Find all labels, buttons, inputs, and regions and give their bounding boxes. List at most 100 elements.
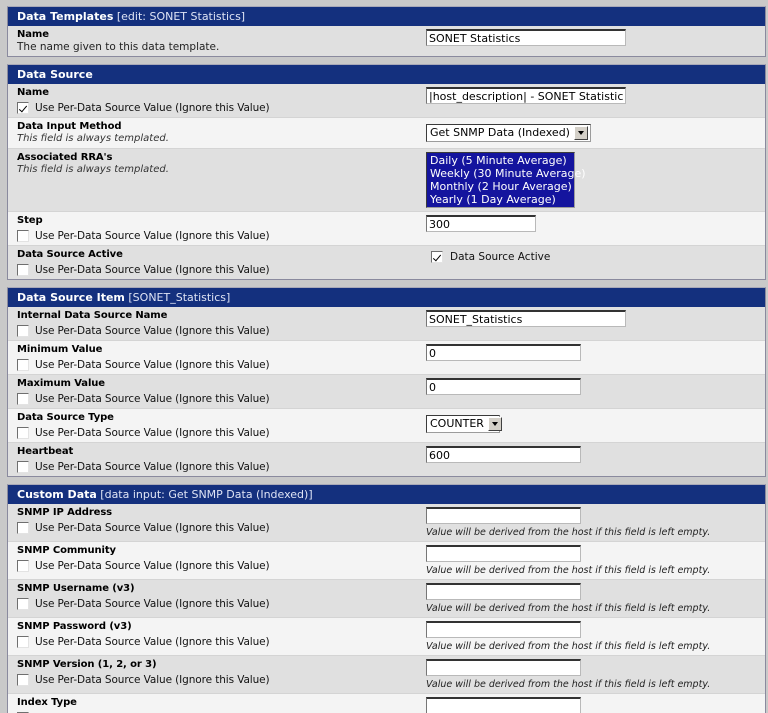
chevron-down-icon[interactable] — [574, 126, 588, 140]
checkbox-per-data-source-maximum-value[interactable] — [17, 393, 29, 405]
checkbox-per-data-source-internal-data-source-name[interactable] — [17, 325, 29, 337]
checkbox-label-per-data-source-snmp-community: Use Per-Data Source Value (Ignore this V… — [35, 560, 270, 572]
checkbox-per-data-source-data-source-active[interactable] — [17, 264, 29, 276]
label-cell-minimum-value: Minimum Value Use Per-Data Source Value (… — [8, 341, 420, 374]
section-header-custom-data: Custom Data [data input: Get SNMP Data (… — [8, 485, 765, 504]
form-row-snmp-password-v3: SNMP Password (v3) Use Per-Data Source Va… — [8, 618, 765, 656]
per-data-source-checkbox-row-snmp-version[interactable]: Use Per-Data Source Value (Ignore this V… — [17, 674, 416, 686]
multiselect-associated-rras[interactable]: Daily (5 Minute Average) Weekly (30 Minut… — [426, 152, 586, 208]
section-data-source: Data Source Name Use Per-Data Source Value… — [7, 64, 766, 280]
field-label-snmp-password-v3: SNMP Password (v3) — [17, 621, 132, 632]
field-cell-associated-rras: Daily (5 Minute Average) Weekly (30 Minut… — [420, 149, 765, 211]
per-data-source-checkbox-row-snmp-community[interactable]: Use Per-Data Source Value (Ignore this V… — [17, 560, 416, 572]
multiselect-option[interactable]: Yearly (1 Day Average) — [428, 193, 573, 206]
field-cell-maximum-value — [420, 375, 765, 398]
input-heartbeat[interactable] — [426, 446, 581, 463]
field-label-index-type: Index Type — [17, 697, 77, 708]
label-cell-heartbeat: Heartbeat Use Per-Data Source Value (Igno… — [8, 443, 420, 476]
section-data-templates: Data Templates [edit: SONET Statistics] N… — [7, 6, 766, 57]
per-data-source-checkbox-row-heartbeat[interactable]: Use Per-Data Source Value (Ignore this V… — [17, 461, 416, 473]
field-cell-ds-name — [420, 84, 765, 107]
input-minimum-value[interactable] — [426, 344, 581, 361]
per-data-source-checkbox-row-internal-data-source-name[interactable]: Use Per-Data Source Value (Ignore this V… — [17, 325, 416, 337]
per-data-source-checkbox-row-data-source-type[interactable]: Use Per-Data Source Value (Ignore this V… — [17, 427, 416, 439]
per-data-source-checkbox-row-data-source-active[interactable]: Use Per-Data Source Value (Ignore this V… — [17, 264, 416, 276]
input-snmp-version[interactable] — [426, 659, 581, 676]
form-row-minimum-value: Minimum Value Use Per-Data Source Value (… — [8, 341, 765, 375]
multiselect-option[interactable]: Weekly (30 Minute Average) — [428, 167, 586, 180]
input-maximum-value[interactable] — [426, 378, 581, 395]
input-internal-data-source-name[interactable] — [426, 310, 626, 327]
per-data-source-checkbox-row-step[interactable]: Use Per-Data Source Value (Ignore this V… — [17, 230, 416, 242]
field-label-data-source-active: Data Source Active — [17, 249, 123, 260]
checkbox-per-data-source-minimum-value[interactable] — [17, 359, 29, 371]
checkbox-label-per-data-source-snmp-version: Use Per-Data Source Value (Ignore this V… — [35, 674, 270, 686]
checkbox-per-data-source-data-source-type[interactable] — [17, 427, 29, 439]
label-cell-ds-name: Name Use Per-Data Source Value (Ignore th… — [8, 84, 420, 117]
checkbox-label-per-data-source-minimum-value: Use Per-Data Source Value (Ignore this V… — [35, 359, 270, 371]
per-data-source-checkbox-row-ds-name[interactable]: Use Per-Data Source Value (Ignore this V… — [17, 102, 416, 114]
page-root: Data Templates [edit: SONET Statistics] N… — [0, 0, 768, 713]
field-label-heartbeat: Heartbeat — [17, 446, 74, 457]
section-header-data-templates: Data Templates [edit: SONET Statistics] — [8, 7, 765, 26]
field-cell-heartbeat — [420, 443, 765, 466]
form-sections: Data Templates [edit: SONET Statistics] N… — [7, 6, 766, 713]
field-hint-snmp-version: Value will be derived from the host if t… — [426, 679, 711, 690]
label-cell-name: Name The name given to this data template… — [8, 26, 420, 56]
per-data-source-checkbox-row-minimum-value[interactable]: Use Per-Data Source Value (Ignore this V… — [17, 359, 416, 371]
per-data-source-checkbox-row-snmp-username-v3[interactable]: Use Per-Data Source Value (Ignore this V… — [17, 598, 416, 610]
input-index-type[interactable] — [426, 697, 581, 713]
field-cell-snmp-username-v3: Value will be derived from the host if t… — [420, 580, 765, 617]
checkbox-label-per-data-source-data-source-active: Use Per-Data Source Value (Ignore this V… — [35, 264, 270, 276]
form-row-data-source-type: Data Source Type Use Per-Data Source Valu… — [8, 409, 765, 443]
label-cell-data-input-method: Data Input Method This field is always te… — [8, 118, 420, 148]
label-cell-snmp-version: SNMP Version (1, 2, or 3) Use Per-Data So… — [8, 656, 420, 689]
field-label-maximum-value: Maximum Value — [17, 378, 105, 389]
checkbox-per-data-source-snmp-community[interactable] — [17, 560, 29, 572]
field-hint-snmp-username-v3: Value will be derived from the host if t… — [426, 603, 711, 614]
multiselect-option[interactable]: Daily (5 Minute Average) — [428, 154, 573, 167]
field-cell-step — [420, 212, 765, 235]
form-row-maximum-value: Maximum Value Use Per-Data Source Value (… — [8, 375, 765, 409]
per-data-source-checkbox-row-snmp-ip-address[interactable]: Use Per-Data Source Value (Ignore this V… — [17, 522, 416, 534]
input-name[interactable] — [426, 29, 626, 46]
inline-checkbox-row-data-source-active[interactable]: Data Source Active — [426, 249, 761, 263]
multiselect-option[interactable]: Monthly (2 Hour Average) — [428, 180, 573, 193]
field-label-data-input-method: Data Input Method — [17, 121, 122, 132]
checkbox-per-data-source-snmp-username-v3[interactable] — [17, 598, 29, 610]
select-data-source-type[interactable]: COUNTER — [426, 415, 502, 433]
checkbox-data-source-active[interactable] — [431, 251, 443, 263]
field-cell-data-source-active: Data Source Active — [420, 246, 765, 266]
field-hint-snmp-community: Value will be derived from the host if t… — [426, 565, 711, 576]
input-ds-name[interactable] — [426, 87, 626, 104]
section-header-title: Data Source — [17, 68, 93, 81]
checkbox-per-data-source-heartbeat[interactable] — [17, 461, 29, 473]
per-data-source-checkbox-row-maximum-value[interactable]: Use Per-Data Source Value (Ignore this V… — [17, 393, 416, 405]
chevron-down-icon[interactable] — [487, 417, 502, 431]
section-header-subtitle: [data input: Get SNMP Data (Indexed)] — [100, 488, 313, 501]
field-label-step: Step — [17, 215, 43, 226]
checkbox-per-data-source-step[interactable] — [17, 230, 29, 242]
field-cell-snmp-community: Value will be derived from the host if t… — [420, 542, 765, 579]
input-snmp-community[interactable] — [426, 545, 581, 562]
checkbox-per-data-source-snmp-version[interactable] — [17, 674, 29, 686]
form-row-data-input-method: Data Input Method This field is always te… — [8, 118, 765, 149]
input-snmp-password-v3[interactable] — [426, 621, 581, 638]
field-cell-data-input-method: Get SNMP Data (Indexed) — [420, 118, 765, 145]
input-step[interactable] — [426, 215, 536, 232]
field-cell-internal-data-source-name — [420, 307, 765, 330]
input-snmp-ip-address[interactable] — [426, 507, 581, 524]
section-data-source-item: Data Source Item [SONET_Statistics] Inter… — [7, 287, 766, 477]
checkbox-per-data-source-snmp-password-v3[interactable] — [17, 636, 29, 648]
checkbox-per-data-source-snmp-ip-address[interactable] — [17, 522, 29, 534]
checkbox-label-per-data-source-step: Use Per-Data Source Value (Ignore this V… — [35, 230, 270, 242]
field-hint-snmp-password-v3: Value will be derived from the host if t… — [426, 641, 711, 652]
checkbox-label-per-data-source-internal-data-source-name: Use Per-Data Source Value (Ignore this V… — [35, 325, 270, 337]
per-data-source-checkbox-row-snmp-password-v3[interactable]: Use Per-Data Source Value (Ignore this V… — [17, 636, 416, 648]
form-row-snmp-community: SNMP Community Use Per-Data Source Value … — [8, 542, 765, 580]
form-row-snmp-ip-address: SNMP IP Address Use Per-Data Source Value… — [8, 504, 765, 542]
select-value-data-input-method: Get SNMP Data (Indexed) — [430, 126, 570, 139]
input-snmp-username-v3[interactable] — [426, 583, 581, 600]
select-data-input-method[interactable]: Get SNMP Data (Indexed) — [426, 124, 591, 142]
checkbox-per-data-source-ds-name[interactable] — [17, 102, 29, 114]
